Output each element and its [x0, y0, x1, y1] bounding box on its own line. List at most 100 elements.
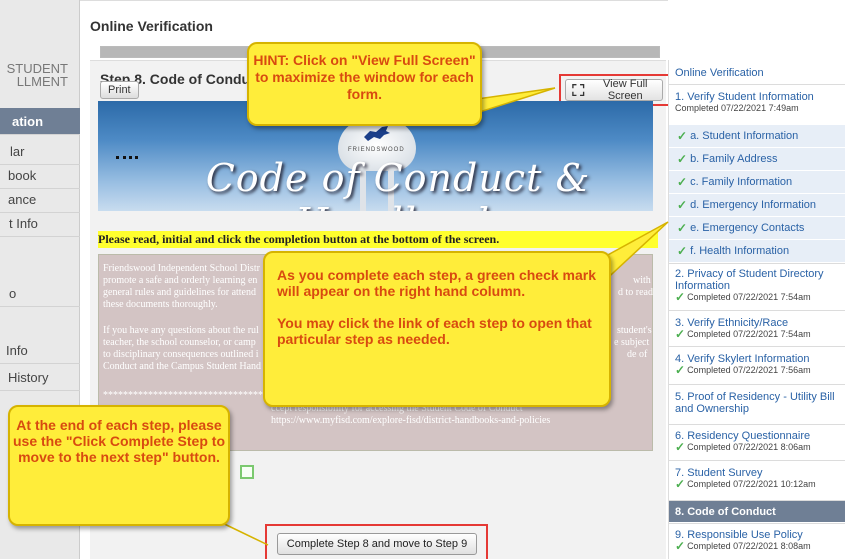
- substep-health-information[interactable]: ✓ f. Health Information: [669, 239, 845, 262]
- substep-label: f. Health Information: [690, 244, 790, 257]
- complete-step-button[interactable]: Complete Step 8 and move to Step 9: [277, 533, 477, 555]
- end-callout: At the end of each step, please use the …: [8, 405, 230, 526]
- step-status: ✓ Completed 07/22/2021 7:54am: [675, 290, 845, 304]
- sidebar-item-history[interactable]: History: [0, 364, 80, 391]
- steps-callout-text-2: You may click the link of each step to o…: [277, 315, 592, 347]
- check-icon: ✓: [677, 174, 688, 189]
- sidebar-item-label: lar: [10, 144, 25, 159]
- step-status: ✓ Completed 07/22/2021 8:08am: [675, 539, 845, 553]
- initials-input[interactable]: [240, 465, 254, 479]
- sidebar-item-o[interactable]: o: [0, 280, 80, 307]
- step-6[interactable]: 6. Residency Questionnaire ✓ Completed 07…: [669, 424, 845, 460]
- substep-emergency-contacts[interactable]: ✓ e. Emergency Contacts: [669, 216, 845, 239]
- steps-callout: As you complete each step, a green check…: [263, 251, 611, 407]
- check-icon: ✓: [675, 327, 686, 341]
- sidebar-item-attendance[interactable]: ance: [0, 186, 80, 213]
- step-label: 5. Proof of Residency - Utility Bill and…: [675, 391, 835, 415]
- steps-header[interactable]: Online Verification: [675, 67, 764, 79]
- substep-student-information[interactable]: ✓ a. Student Information: [669, 124, 845, 147]
- banner-title: Code of Conduct & Handbook: [205, 156, 591, 211]
- step-1[interactable]: 1. Verify Student Information Completed …: [669, 84, 845, 124]
- step-label: 7. Student Survey: [675, 467, 763, 479]
- substep-label: b. Family Address: [690, 152, 778, 165]
- banner-tank-label: FRIENDSWOOD: [348, 147, 405, 153]
- instruction-text: Please read, initial and click the compl…: [98, 231, 658, 248]
- step-7[interactable]: 7. Student Survey ✓ Completed 07/22/2021 …: [669, 460, 845, 498]
- step-label: 3. Verify Ethnicity/Race: [675, 317, 789, 329]
- notice-line-right: de of: [627, 349, 648, 360]
- steps-panel: Online Verification 1. Verify Student In…: [668, 60, 845, 559]
- substep-emergency-information[interactable]: ✓ d. Emergency Information: [669, 193, 845, 216]
- step-status-text: Completed 07/22/2021 10:12am: [687, 479, 816, 489]
- check-icon: ✓: [677, 243, 688, 258]
- check-icon: ✓: [675, 539, 686, 553]
- hint-callout-text: HINT: Click on "View Full Screen" to max…: [253, 52, 476, 102]
- view-full-screen-label: View Full Screen: [603, 78, 648, 102]
- step-status-text: Completed 07/22/2021 7:54am: [687, 292, 811, 302]
- page-title: Online Verification: [90, 18, 213, 34]
- end-callout-text: At the end of each step, please use the …: [12, 417, 225, 465]
- check-icon: ✓: [675, 290, 686, 304]
- step-status: ✓ Completed 07/22/2021 7:54am: [675, 327, 845, 341]
- step-status-text: Completed 07/22/2021 8:06am: [687, 442, 811, 452]
- sidebar-item-label: ance: [8, 192, 37, 207]
- substep-label: e. Emergency Contacts: [690, 221, 805, 234]
- check-icon: ✓: [677, 151, 688, 166]
- check-icon: ✓: [675, 477, 686, 491]
- check-icon: ✓: [675, 363, 686, 377]
- step-status-text: Completed 07/22/2021 7:56am: [687, 365, 811, 375]
- substep-label: d. Emergency Information: [690, 198, 817, 211]
- step-status-text: Completed 07/22/2021 7:54am: [687, 329, 811, 339]
- notice-line-right: with: [633, 275, 651, 286]
- step-status: ✓ Completed 07/22/2021 8:06am: [675, 440, 845, 454]
- sidebar-item-label: book: [8, 168, 37, 183]
- step-label: 8. Code of Conduct: [675, 506, 776, 518]
- step-status: Completed 07/22/2021 7:49am: [675, 103, 845, 113]
- step-label: 1. Verify Student Information: [675, 91, 814, 103]
- substep-label: a. Student Information: [690, 129, 799, 142]
- sidebar-item-calendar[interactable]: lar: [0, 138, 80, 165]
- step-4[interactable]: 4. Verify Skylert Information ✓ Completed…: [669, 346, 845, 384]
- check-icon: ✓: [677, 197, 688, 212]
- hint-callout: HINT: Click on "View Full Screen" to max…: [247, 42, 482, 126]
- step-status: ✓ Completed 07/22/2021 10:12am: [675, 477, 845, 491]
- substep-family-information[interactable]: ✓ c. Family Information: [669, 170, 845, 193]
- brand-line-2: LLMENT: [16, 74, 68, 89]
- substep-label: c. Family Information: [690, 175, 793, 188]
- step-status-text: Completed 07/22/2021 7:49am: [675, 103, 799, 113]
- sidebar-item-label: Info: [6, 343, 28, 358]
- sidebar-item-gradebook[interactable]: book: [0, 162, 80, 189]
- step-8-current[interactable]: 8. Code of Conduct: [669, 500, 845, 522]
- sidebar-brand: STUDENT LLMENT: [0, 62, 68, 88]
- step-label: 6. Residency Questionnaire: [675, 430, 811, 442]
- step-label: 2. Privacy of Student Directory Informat…: [675, 268, 824, 292]
- substep-family-address[interactable]: ✓ b. Family Address: [669, 147, 845, 170]
- expand-icon: [572, 83, 585, 97]
- step-status-text: Completed 07/22/2021 8:08am: [687, 541, 811, 551]
- sidebar-item-student-info[interactable]: t Info: [0, 210, 80, 237]
- steps-callout-text-1: As you complete each step, a green check…: [277, 267, 597, 299]
- step-3[interactable]: 3. Verify Ethnicity/Race ✓ Completed 07/2…: [669, 310, 845, 346]
- check-icon: ✓: [677, 220, 688, 235]
- notice-line-right: student's: [617, 325, 652, 336]
- step-5[interactable]: 5. Proof of Residency - Utility Bill and…: [669, 384, 845, 424]
- step-2[interactable]: 2. Privacy of Student Directory Informat…: [669, 263, 845, 310]
- notice-line-right: e subject: [614, 337, 650, 348]
- sidebar-item-label: History: [8, 370, 49, 385]
- header-divider: [80, 0, 668, 6]
- check-icon: ✓: [675, 440, 686, 454]
- sidebar-item-label: ation: [12, 114, 44, 129]
- sidebar-item-label: o: [9, 286, 17, 301]
- step-status: ✓ Completed 07/22/2021 7:56am: [675, 363, 845, 377]
- view-full-screen-button[interactable]: View Full Screen: [565, 78, 663, 102]
- sidebar-item-info[interactable]: Info: [0, 337, 80, 364]
- step-9[interactable]: 9. Responsible Use Policy ✓ Completed 07/…: [669, 523, 845, 559]
- print-button[interactable]: Print: [100, 81, 139, 99]
- step-label: 4. Verify Skylert Information: [675, 353, 810, 365]
- mustang-logo-icon: [364, 126, 390, 141]
- notice-line-right: d to read: [618, 287, 653, 298]
- sidebar-item-label: t Info: [9, 216, 38, 231]
- step-label: 9. Responsible Use Policy: [675, 529, 803, 541]
- check-icon: ✓: [677, 128, 688, 143]
- sidebar-item-registration[interactable]: ation: [0, 108, 80, 135]
